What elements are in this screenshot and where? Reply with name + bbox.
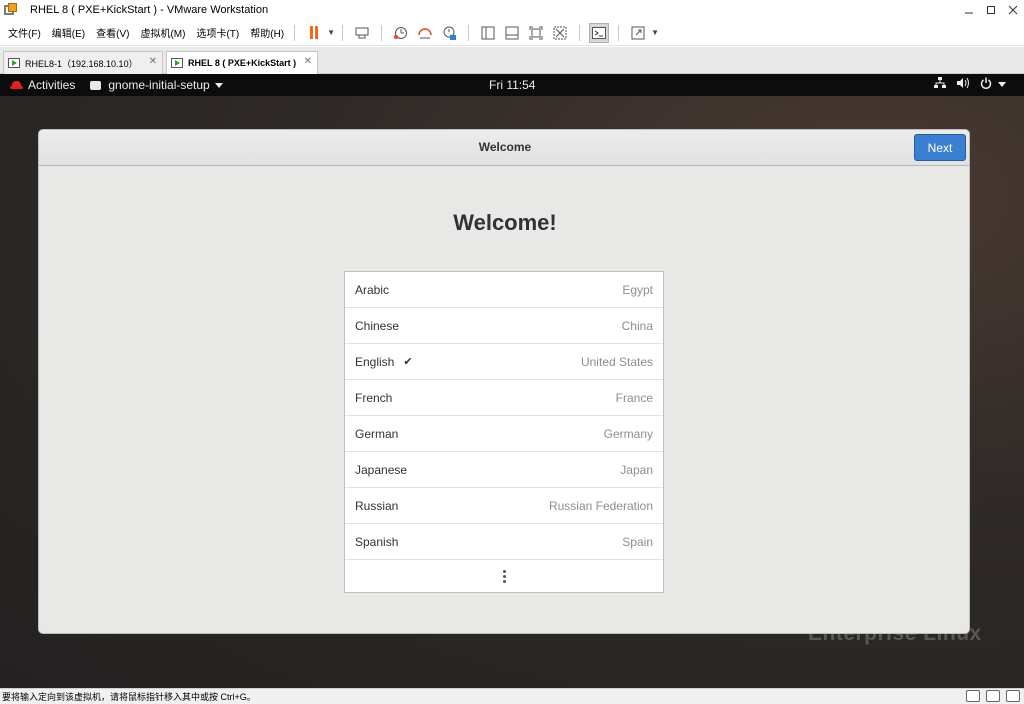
chevron-down-icon (998, 82, 1006, 87)
unity-icon[interactable] (550, 23, 570, 43)
menu-vm[interactable]: 虚拟机(M) (140, 25, 185, 40)
snapshot-icon[interactable] (391, 23, 411, 43)
pause-icon[interactable] (304, 23, 324, 43)
tab-label: RHEL8-1（192.168.10.10） (25, 58, 138, 69)
language-name: Spanish (355, 534, 399, 549)
toolbar-separator (579, 24, 581, 41)
language-list: Arabic Egypt Chinese China English ✔ Uni… (344, 271, 664, 593)
status-message: 要将输入定向到该虚拟机，请将鼠标指针移入其中或按 Ctrl+G。 (2, 692, 256, 702)
toolbar-separator (468, 24, 470, 41)
vm-running-icon (8, 58, 20, 68)
more-languages-button[interactable] (345, 560, 663, 592)
vm-tabstrip: RHEL8-1（192.168.10.10） ✕ RHEL 8 ( PXE+Ki… (0, 47, 1024, 74)
language-name: German (355, 426, 399, 441)
menu-tabs[interactable]: 选项卡(T) (196, 25, 239, 40)
vm-guest-display[interactable]: Activities gnome-initial-setup Fri 11:54… (0, 74, 1024, 688)
menu-file[interactable]: 文件(F) (8, 25, 41, 40)
next-button[interactable]: Next (914, 134, 966, 161)
language-row-russian[interactable]: Russian Russian Federation (345, 488, 663, 524)
language-row-japanese[interactable]: Japanese Japan (345, 452, 663, 488)
app-icon (90, 80, 102, 90)
language-row-french[interactable]: French France (345, 380, 663, 416)
language-region: Russian Federation (548, 498, 653, 513)
initial-setup-window: Welcome Next Welcome! Arabic Egypt Chine… (38, 129, 970, 634)
dialog-title: Welcome (478, 140, 532, 154)
close-icon[interactable]: ✕ (149, 56, 157, 67)
menu-help[interactable]: 帮助(H) (250, 25, 284, 40)
language-row-chinese[interactable]: Chinese China (345, 308, 663, 344)
language-region: Japan (620, 462, 653, 477)
dialog-headerbar: Welcome Next (39, 130, 969, 166)
menu-edit[interactable]: 编辑(E) (52, 25, 85, 40)
toolbar-separator (381, 24, 383, 41)
more-vertical-icon (502, 569, 506, 583)
chevron-down-icon (214, 82, 223, 88)
language-name: French (355, 390, 393, 405)
tab-rhel8-pxe-kickstart[interactable]: RHEL 8 ( PXE+KickStart ) ✕ (166, 51, 318, 74)
clock[interactable]: Fri 11:54 (489, 78, 535, 92)
close-icon[interactable] (1002, 0, 1024, 20)
language-name: Japanese (355, 462, 408, 477)
language-row-german[interactable]: German Germany (345, 416, 663, 452)
vmware-app-icon (4, 3, 18, 17)
tab-rhel8-1[interactable]: RHEL8-1（192.168.10.10） ✕ (3, 51, 163, 74)
language-name: Chinese (355, 318, 400, 333)
language-row-arabic[interactable]: Arabic Egypt (345, 272, 663, 308)
toolbar-separator (342, 24, 344, 41)
network-icon (934, 77, 946, 92)
network-adapter-icon[interactable] (966, 690, 980, 702)
language-name: Russian (355, 498, 399, 513)
chevron-down-icon[interactable]: ▼ (651, 28, 659, 37)
system-tray[interactable] (934, 77, 1006, 92)
window-titlebar: RHEL 8 ( PXE+KickStart ) - VMware Workst… (0, 0, 1024, 20)
menubar: 文件(F) 编辑(E) 查看(V) 虚拟机(M) 选项卡(T) 帮助(H) ▼ … (0, 20, 1024, 46)
language-name: Arabic (355, 282, 390, 297)
gnome-top-bar: Activities gnome-initial-setup Fri 11:54 (0, 74, 1024, 96)
chevron-down-icon[interactable]: ▼ (327, 28, 335, 37)
language-region: Egypt (622, 282, 653, 297)
language-region: Germany (603, 426, 653, 441)
language-region: France (615, 390, 653, 405)
power-icon (980, 77, 992, 92)
revert-snapshot-icon[interactable] (415, 23, 435, 43)
full-screen-icon[interactable] (526, 23, 546, 43)
console-view-icon[interactable] (589, 22, 610, 43)
app-menu[interactable]: gnome-initial-setup (90, 78, 223, 92)
snapshot-manager-icon[interactable] (439, 23, 459, 43)
send-ctrl-alt-del-icon[interactable] (352, 23, 372, 43)
library-icon[interactable] (478, 23, 498, 43)
message-log-icon[interactable] (1006, 690, 1020, 702)
toolbar-separator (294, 24, 296, 41)
activities-button[interactable]: Activities (28, 78, 75, 92)
menu-view[interactable]: 查看(V) (96, 25, 129, 40)
language-region: Spain (622, 534, 653, 549)
minimize-icon[interactable] (958, 0, 980, 20)
removable-device-icon[interactable] (986, 690, 1000, 702)
app-menu-label: gnome-initial-setup (108, 78, 210, 92)
tab-label: RHEL 8 ( PXE+KickStart ) (188, 58, 297, 68)
maximize-icon[interactable] (980, 0, 1002, 20)
stretch-icon[interactable] (628, 23, 648, 43)
redhat-logo-icon (10, 80, 23, 90)
language-row-spanish[interactable]: Spanish Spain (345, 524, 663, 560)
checkmark-icon: ✔ (403, 356, 413, 368)
toolbar-separator (618, 24, 620, 41)
language-region: China (621, 318, 653, 333)
window-title: RHEL 8 ( PXE+KickStart ) - VMware Workst… (30, 4, 269, 16)
volume-icon (956, 77, 970, 92)
language-region: United States (580, 354, 653, 369)
language-name: English (355, 354, 395, 369)
vm-running-icon (171, 58, 183, 68)
thumbnail-icon[interactable] (502, 23, 522, 43)
language-row-english[interactable]: English ✔ United States (345, 344, 663, 380)
welcome-heading: Welcome! (453, 210, 557, 235)
close-icon[interactable]: ✕ (304, 56, 312, 67)
statusbar: 要将输入定向到该虚拟机，请将鼠标指针移入其中或按 Ctrl+G。 (0, 688, 1024, 704)
